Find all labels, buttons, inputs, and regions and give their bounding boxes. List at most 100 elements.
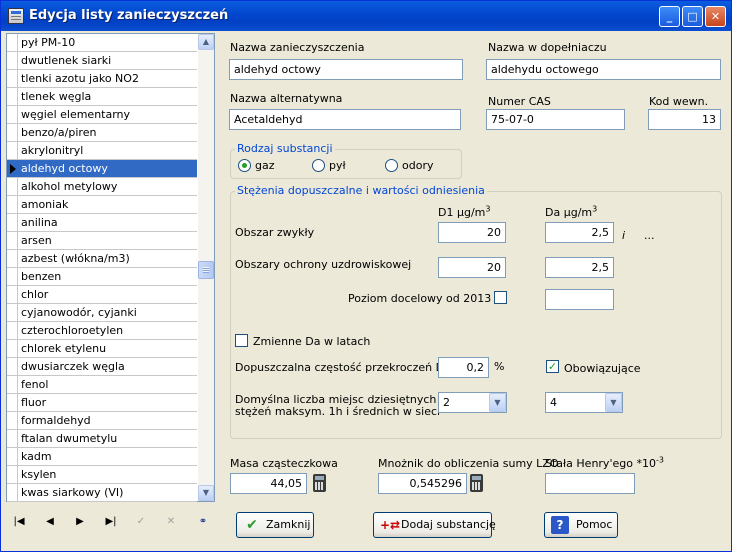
list-item[interactable]: cyjanowodór, cyjanki	[7, 304, 197, 322]
dodaj-label: Dodaj substancję	[401, 518, 496, 531]
list-scrollbar[interactable]: ▲ ▼	[198, 34, 214, 501]
czestosc-field[interactable]: 0,2	[438, 357, 489, 378]
list-item-label: cyjanowodór, cyjanki	[21, 306, 137, 319]
list-item[interactable]: alkohol metylowy	[7, 178, 197, 196]
dopelniacz-field[interactable]: aldehydu octowego	[486, 59, 721, 80]
next-icon: ▶	[76, 516, 84, 527]
cas-field[interactable]: 75-07-0	[486, 109, 625, 130]
masa-field[interactable]: 44,05	[230, 473, 307, 494]
prior-record-button[interactable]: ◀	[40, 513, 60, 531]
calculator-icon[interactable]	[470, 474, 483, 492]
first-record-button[interactable]: |◀	[9, 513, 29, 531]
list-item-label: akrylonitryl	[21, 144, 84, 157]
nazwa-field[interactable]: aldehyd octowy	[229, 59, 463, 80]
list-item[interactable]: kwas siarkowy (VI)	[7, 484, 197, 502]
poziom-label: Poziom docelowy od 2013 r	[348, 292, 500, 305]
title-bar[interactable]: Edycja listy zanieczyszczeń _ □ ✕	[1, 1, 731, 31]
cancel-record-button[interactable]: ✕	[161, 513, 181, 531]
stezenia-title: Stężenia dopuszczalne i wartości odniesi…	[235, 184, 487, 197]
radio-gaz[interactable]	[238, 159, 251, 172]
list-item-label: dwusiarczek węgla	[21, 360, 125, 373]
radio-odory[interactable]	[385, 159, 398, 172]
list-item[interactable]: benzen	[7, 268, 197, 286]
list-item[interactable]: ksylen	[7, 466, 197, 484]
uzdrow-da-field[interactable]: 2,5	[545, 257, 614, 278]
calculator-icon[interactable]	[313, 474, 326, 492]
dropdown-button[interactable]: ▼	[605, 393, 622, 412]
list-item-label: kwas siarkowy (VI)	[21, 486, 124, 499]
list-item[interactable]: chlor	[7, 286, 197, 304]
checkmark-icon: ✓	[547, 360, 558, 373]
pomoc-button[interactable]: ? Pomoc	[544, 512, 618, 538]
list-item[interactable]: kadm	[7, 448, 197, 466]
list-item[interactable]: dwutlenek siarki	[7, 52, 197, 70]
zamknij-button[interactable]: ✔ Zamknij	[236, 512, 314, 538]
d1-header: D1 μg/m3	[438, 204, 491, 219]
list-item[interactable]: węgiel elementarny	[7, 106, 197, 124]
obszar-info-marker: i	[622, 229, 626, 242]
maximize-button[interactable]: □	[682, 6, 703, 27]
list-item[interactable]: anilina	[7, 214, 197, 232]
list-item[interactable]: arsen	[7, 232, 197, 250]
binoculars-icon: ⚭	[198, 516, 208, 527]
list-item[interactable]: fenol	[7, 376, 197, 394]
chevron-down-icon: ▼	[202, 488, 210, 497]
minimize-button[interactable]: _	[659, 6, 680, 27]
substance-list[interactable]: pył PM-10 dwutlenek siarki tlenki azotu ja…	[6, 33, 215, 502]
list-item[interactable]: tlenek węgla	[7, 88, 197, 106]
alternatywna-field[interactable]: Acetaldehyd	[229, 109, 461, 130]
uzdrow-d1-field[interactable]: 20	[438, 257, 506, 278]
henry-field[interactable]	[545, 473, 635, 494]
scroll-up-button[interactable]: ▲	[198, 34, 214, 50]
obszar-da-field[interactable]: 2,5	[545, 222, 614, 243]
list-item-label: tlenki azotu jako NO2	[21, 72, 139, 85]
radio-pyl[interactable]	[312, 159, 325, 172]
list-item[interactable]: akrylonitryl	[7, 142, 197, 160]
list-item[interactable]: amoniak	[7, 196, 197, 214]
list-item[interactable]: formaldehyd	[7, 412, 197, 430]
list-item-label: ftalan dwumetylu	[21, 432, 118, 445]
close-icon: ✕	[710, 10, 721, 23]
list-item[interactable]: ftalan dwumetylu	[7, 430, 197, 448]
obowiazujace-checkbox[interactable]: ✓	[546, 360, 559, 373]
henry-label: Stała Henry'ego *10-3	[545, 455, 664, 470]
next-record-button[interactable]: ▶	[70, 513, 90, 531]
dropdown-button[interactable]: ▼	[489, 393, 506, 412]
list-item[interactable]: pył PM-10	[7, 34, 197, 52]
list-item-label: formaldehyd	[21, 414, 91, 427]
list-item-label: kadm	[21, 450, 52, 463]
list-item-label: węgiel elementarny	[21, 108, 131, 121]
scroll-down-button[interactable]: ▼	[198, 485, 214, 501]
poziom-checkbox[interactable]	[494, 291, 507, 304]
last-record-button[interactable]: ▶|	[101, 513, 121, 531]
list-item[interactable]: benzo/a/piren	[7, 124, 197, 142]
first-icon: |◀	[13, 516, 25, 527]
domyslna-da-select[interactable]: 4 ▼	[545, 392, 623, 413]
list-item[interactable]: tlenki azotu jako NO2	[7, 70, 197, 88]
search-record-button[interactable]: ⚭	[193, 513, 213, 531]
list-item[interactable]: dwusiarczek węgla	[7, 358, 197, 376]
list-item-label: pył PM-10	[21, 36, 76, 49]
checkmark-icon: ✓	[136, 516, 146, 527]
post-record-button[interactable]: ✓	[131, 513, 151, 531]
poziom-field[interactable]	[545, 289, 614, 310]
mnoznik-field[interactable]: 0,545296	[378, 473, 467, 494]
list-item[interactable]: aldehyd octowy	[7, 160, 197, 178]
list-item[interactable]: chlorek etylenu	[7, 340, 197, 358]
obszar-more-button[interactable]: ...	[644, 229, 655, 242]
check-icon: ✔	[246, 517, 258, 533]
masa-label: Masa cząsteczkowa	[230, 457, 338, 470]
list-item-label: azbest (włókna/m3)	[21, 252, 130, 265]
zmienne-checkbox[interactable]	[235, 334, 248, 347]
list-item[interactable]: fluor	[7, 394, 197, 412]
kod-field[interactable]: 13	[648, 109, 721, 130]
list-window-icon	[8, 8, 24, 24]
mnoznik-label: Mnożnik do obliczenia sumy LZO	[378, 457, 559, 470]
domyslna-d1-select[interactable]: 2 ▼	[438, 392, 507, 413]
scroll-thumb[interactable]	[198, 261, 214, 279]
list-item[interactable]: czterochloroetylen	[7, 322, 197, 340]
dodaj-button[interactable]: +⇄ Dodaj substancję	[373, 512, 496, 538]
close-button[interactable]: ✕	[705, 6, 726, 27]
obszar-d1-field[interactable]: 20	[438, 222, 506, 243]
list-item[interactable]: azbest (włókna/m3)	[7, 250, 197, 268]
